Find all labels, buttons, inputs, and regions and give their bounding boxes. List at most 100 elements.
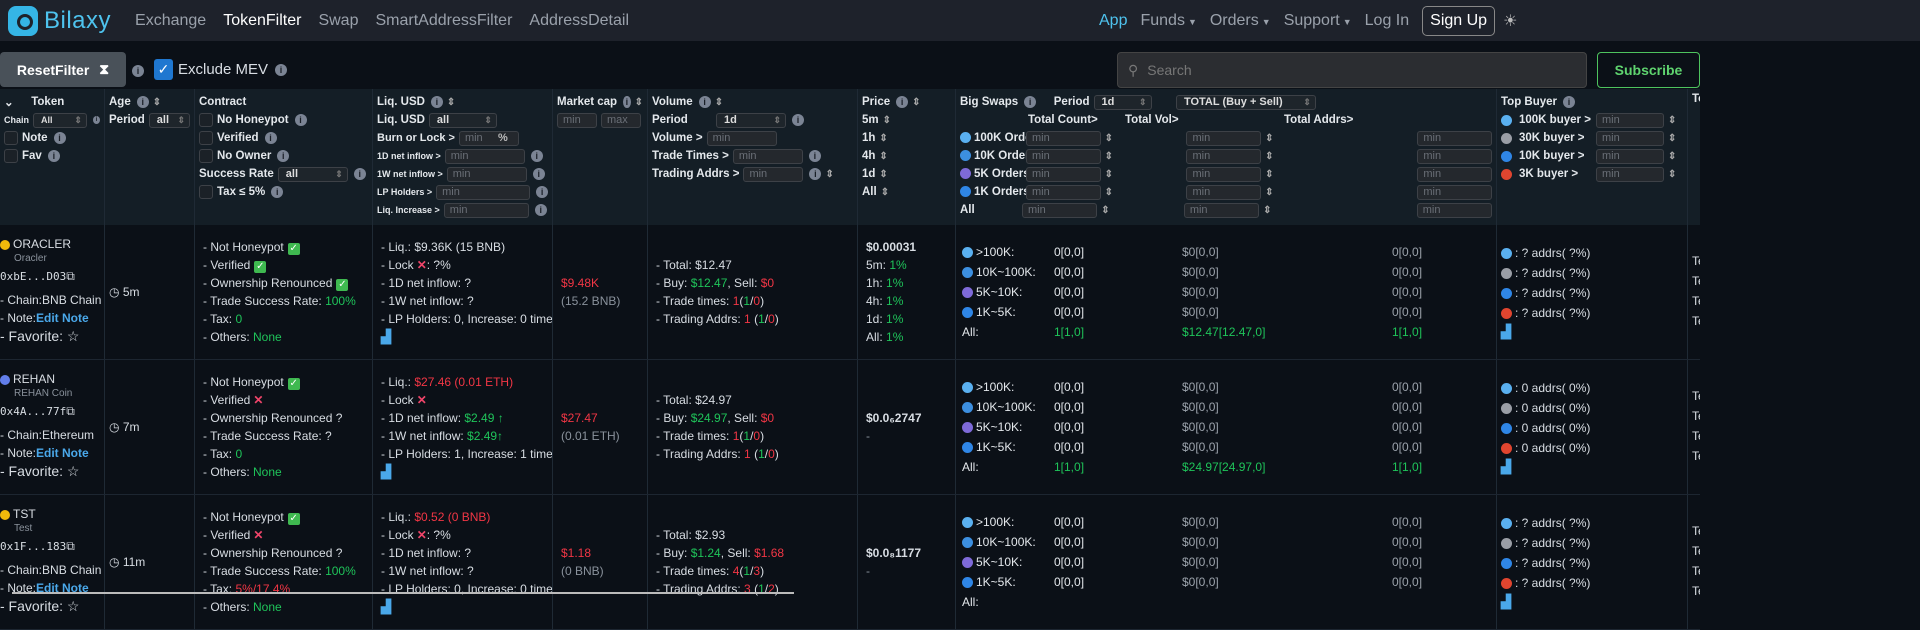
info-icon[interactable]: i xyxy=(623,96,631,108)
verified-checkbox[interactable] xyxy=(199,131,213,145)
copy-icon[interactable]: ⧉ xyxy=(66,404,75,418)
info-icon[interactable]: i xyxy=(353,168,366,180)
bar-chart-icon[interactable]: ▟ xyxy=(1501,324,1683,340)
nav-addressdetail[interactable]: AddressDetail xyxy=(529,12,629,30)
exclude-mev-checkbox[interactable]: ✓ Exclude MEV i xyxy=(154,59,288,80)
nav-orders-dropdown[interactable]: Orders ▼ xyxy=(1210,12,1271,30)
info-icon[interactable]: i xyxy=(264,132,277,144)
table-row[interactable]: REHAN REHAN Coin 0x4A...77f⧉ - Chain:Ethere… xyxy=(0,360,1700,495)
sort-icon[interactable]: ⇕ xyxy=(1265,169,1413,180)
sort-icon[interactable]: ⇕ xyxy=(881,187,889,198)
token-symbol[interactable]: ORACLER xyxy=(13,237,71,251)
sort-icon[interactable]: ⇕ xyxy=(825,169,833,180)
nav-funds-dropdown[interactable]: Funds ▼ xyxy=(1140,12,1196,30)
sort-icon[interactable]: ⇕ xyxy=(635,97,643,108)
sort-icon[interactable]: ⇕ xyxy=(879,133,887,144)
search-input[interactable]: ⚲ Search xyxy=(1117,52,1587,88)
info-icon[interactable]: i xyxy=(532,168,545,180)
brand-logo[interactable]: Bilaxy xyxy=(8,5,111,36)
market-cap-max-input[interactable]: max xyxy=(601,112,641,128)
info-icon[interactable]: i xyxy=(1024,96,1037,108)
price-header[interactable]: Price xyxy=(862,96,890,108)
success-rate-select[interactable]: all xyxy=(277,166,348,182)
trade-times-input[interactable]: min xyxy=(732,148,803,164)
sort-icon[interactable]: ⇕ xyxy=(1265,151,1413,162)
info-icon[interactable]: i xyxy=(792,114,804,126)
edit-note-link[interactable]: Edit Note xyxy=(36,311,89,325)
order-min-input[interactable]: min xyxy=(1417,148,1492,164)
order-min-input[interactable]: min xyxy=(1026,130,1101,146)
price-sort-5m[interactable]: 5m xyxy=(862,114,879,126)
info-icon[interactable]: i xyxy=(294,114,307,126)
info-icon[interactable]: i xyxy=(536,186,548,198)
info-icon[interactable]: i xyxy=(271,186,284,198)
sort-icon[interactable]: ⇕ xyxy=(1668,169,1676,180)
order-min-input[interactable]: min xyxy=(1186,148,1262,164)
age-header[interactable]: Age xyxy=(109,96,131,108)
info-icon[interactable]: i xyxy=(808,150,821,162)
liq-usd-select[interactable]: all xyxy=(428,112,497,128)
table-row[interactable]: ORACLER Oracler 0xbE...D03⧉ - Chain:BNB Cha… xyxy=(0,225,1700,360)
info-icon[interactable]: i xyxy=(132,65,144,77)
sort-icon[interactable]: ⇕ xyxy=(1668,133,1676,144)
sort-icon[interactable]: ⇕ xyxy=(153,97,161,108)
signup-button[interactable]: Sign Up xyxy=(1422,5,1496,36)
price-sort-1d[interactable]: 1d xyxy=(862,168,875,180)
inflow-1w-input[interactable]: min xyxy=(446,166,527,182)
bar-chart-icon[interactable]: ▟ xyxy=(381,464,391,479)
order-min-input[interactable]: min xyxy=(1417,166,1492,182)
age-period-select[interactable]: all xyxy=(148,112,190,128)
nav-app[interactable]: App xyxy=(1099,12,1127,30)
sort-icon[interactable]: ⇕ xyxy=(1101,205,1180,216)
note-checkbox[interactable] xyxy=(4,131,18,145)
lp-holders-input[interactable]: min xyxy=(436,184,531,200)
sort-icon[interactable]: ⇕ xyxy=(1668,151,1676,162)
bar-chart-icon[interactable]: ▟ xyxy=(381,329,391,344)
order-min-input[interactable]: min xyxy=(1183,202,1260,218)
sort-icon[interactable]: ⇕ xyxy=(1105,169,1183,180)
trading-addrs-input[interactable]: min xyxy=(743,166,804,182)
sort-icon[interactable]: ⇕ xyxy=(715,97,723,108)
volume-header[interactable]: Volume xyxy=(652,96,693,108)
nav-exchange[interactable]: Exchange xyxy=(135,12,206,30)
info-icon[interactable]: i xyxy=(277,150,290,162)
star-icon[interactable]: ☆ xyxy=(63,598,80,614)
sort-icon[interactable]: ⇕ xyxy=(1265,187,1413,198)
info-icon[interactable]: i xyxy=(530,150,543,162)
horizontal-scrollbar[interactable] xyxy=(12,592,794,594)
sort-icon[interactable]: ⇕ xyxy=(1105,133,1183,144)
order-min-input[interactable]: min xyxy=(1186,184,1262,200)
sort-icon[interactable]: ⇕ xyxy=(1105,151,1183,162)
info-icon[interactable]: i xyxy=(92,116,100,124)
no-owner-checkbox[interactable] xyxy=(199,149,213,163)
copy-icon[interactable]: ⧉ xyxy=(66,269,75,283)
big-swaps-period-select[interactable]: 1d xyxy=(1093,94,1152,110)
sort-icon[interactable]: ⇕ xyxy=(447,97,455,108)
edit-note-link[interactable]: Edit Note xyxy=(36,446,89,460)
order-min-input[interactable]: min xyxy=(1021,202,1098,218)
bar-chart-icon[interactable]: ▟ xyxy=(1501,594,1683,610)
nav-swap[interactable]: Swap xyxy=(318,12,358,30)
fav-checkbox[interactable] xyxy=(4,149,18,163)
order-min-input[interactable]: min xyxy=(1416,202,1492,218)
info-icon[interactable]: i xyxy=(698,96,711,108)
sort-icon[interactable]: ⇕ xyxy=(1668,115,1676,126)
market-cap-min-input[interactable]: min xyxy=(557,112,597,128)
nav-tokenfilter[interactable]: TokenFilter xyxy=(223,12,301,30)
order-min-input[interactable]: min xyxy=(1026,148,1101,164)
buyer-min-input[interactable]: min xyxy=(1596,148,1664,164)
order-min-input[interactable]: min xyxy=(1186,166,1262,182)
info-icon[interactable]: i xyxy=(430,96,443,108)
info-icon[interactable]: i xyxy=(53,132,66,144)
buyer-min-input[interactable]: min xyxy=(1596,166,1664,182)
price-sort-1h[interactable]: 1h xyxy=(862,132,875,144)
inflow-1d-input[interactable]: min xyxy=(444,148,525,164)
star-icon[interactable]: ☆ xyxy=(63,463,80,479)
tax-checkbox[interactable] xyxy=(199,185,213,199)
volume-min-input[interactable]: min xyxy=(706,130,777,146)
order-min-input[interactable]: min xyxy=(1186,130,1262,146)
theme-toggle-sun-icon[interactable]: ☀ xyxy=(1503,11,1517,31)
info-icon[interactable]: i xyxy=(534,204,547,216)
token-symbol[interactable]: TST xyxy=(13,507,36,521)
order-min-input[interactable]: min xyxy=(1026,184,1101,200)
